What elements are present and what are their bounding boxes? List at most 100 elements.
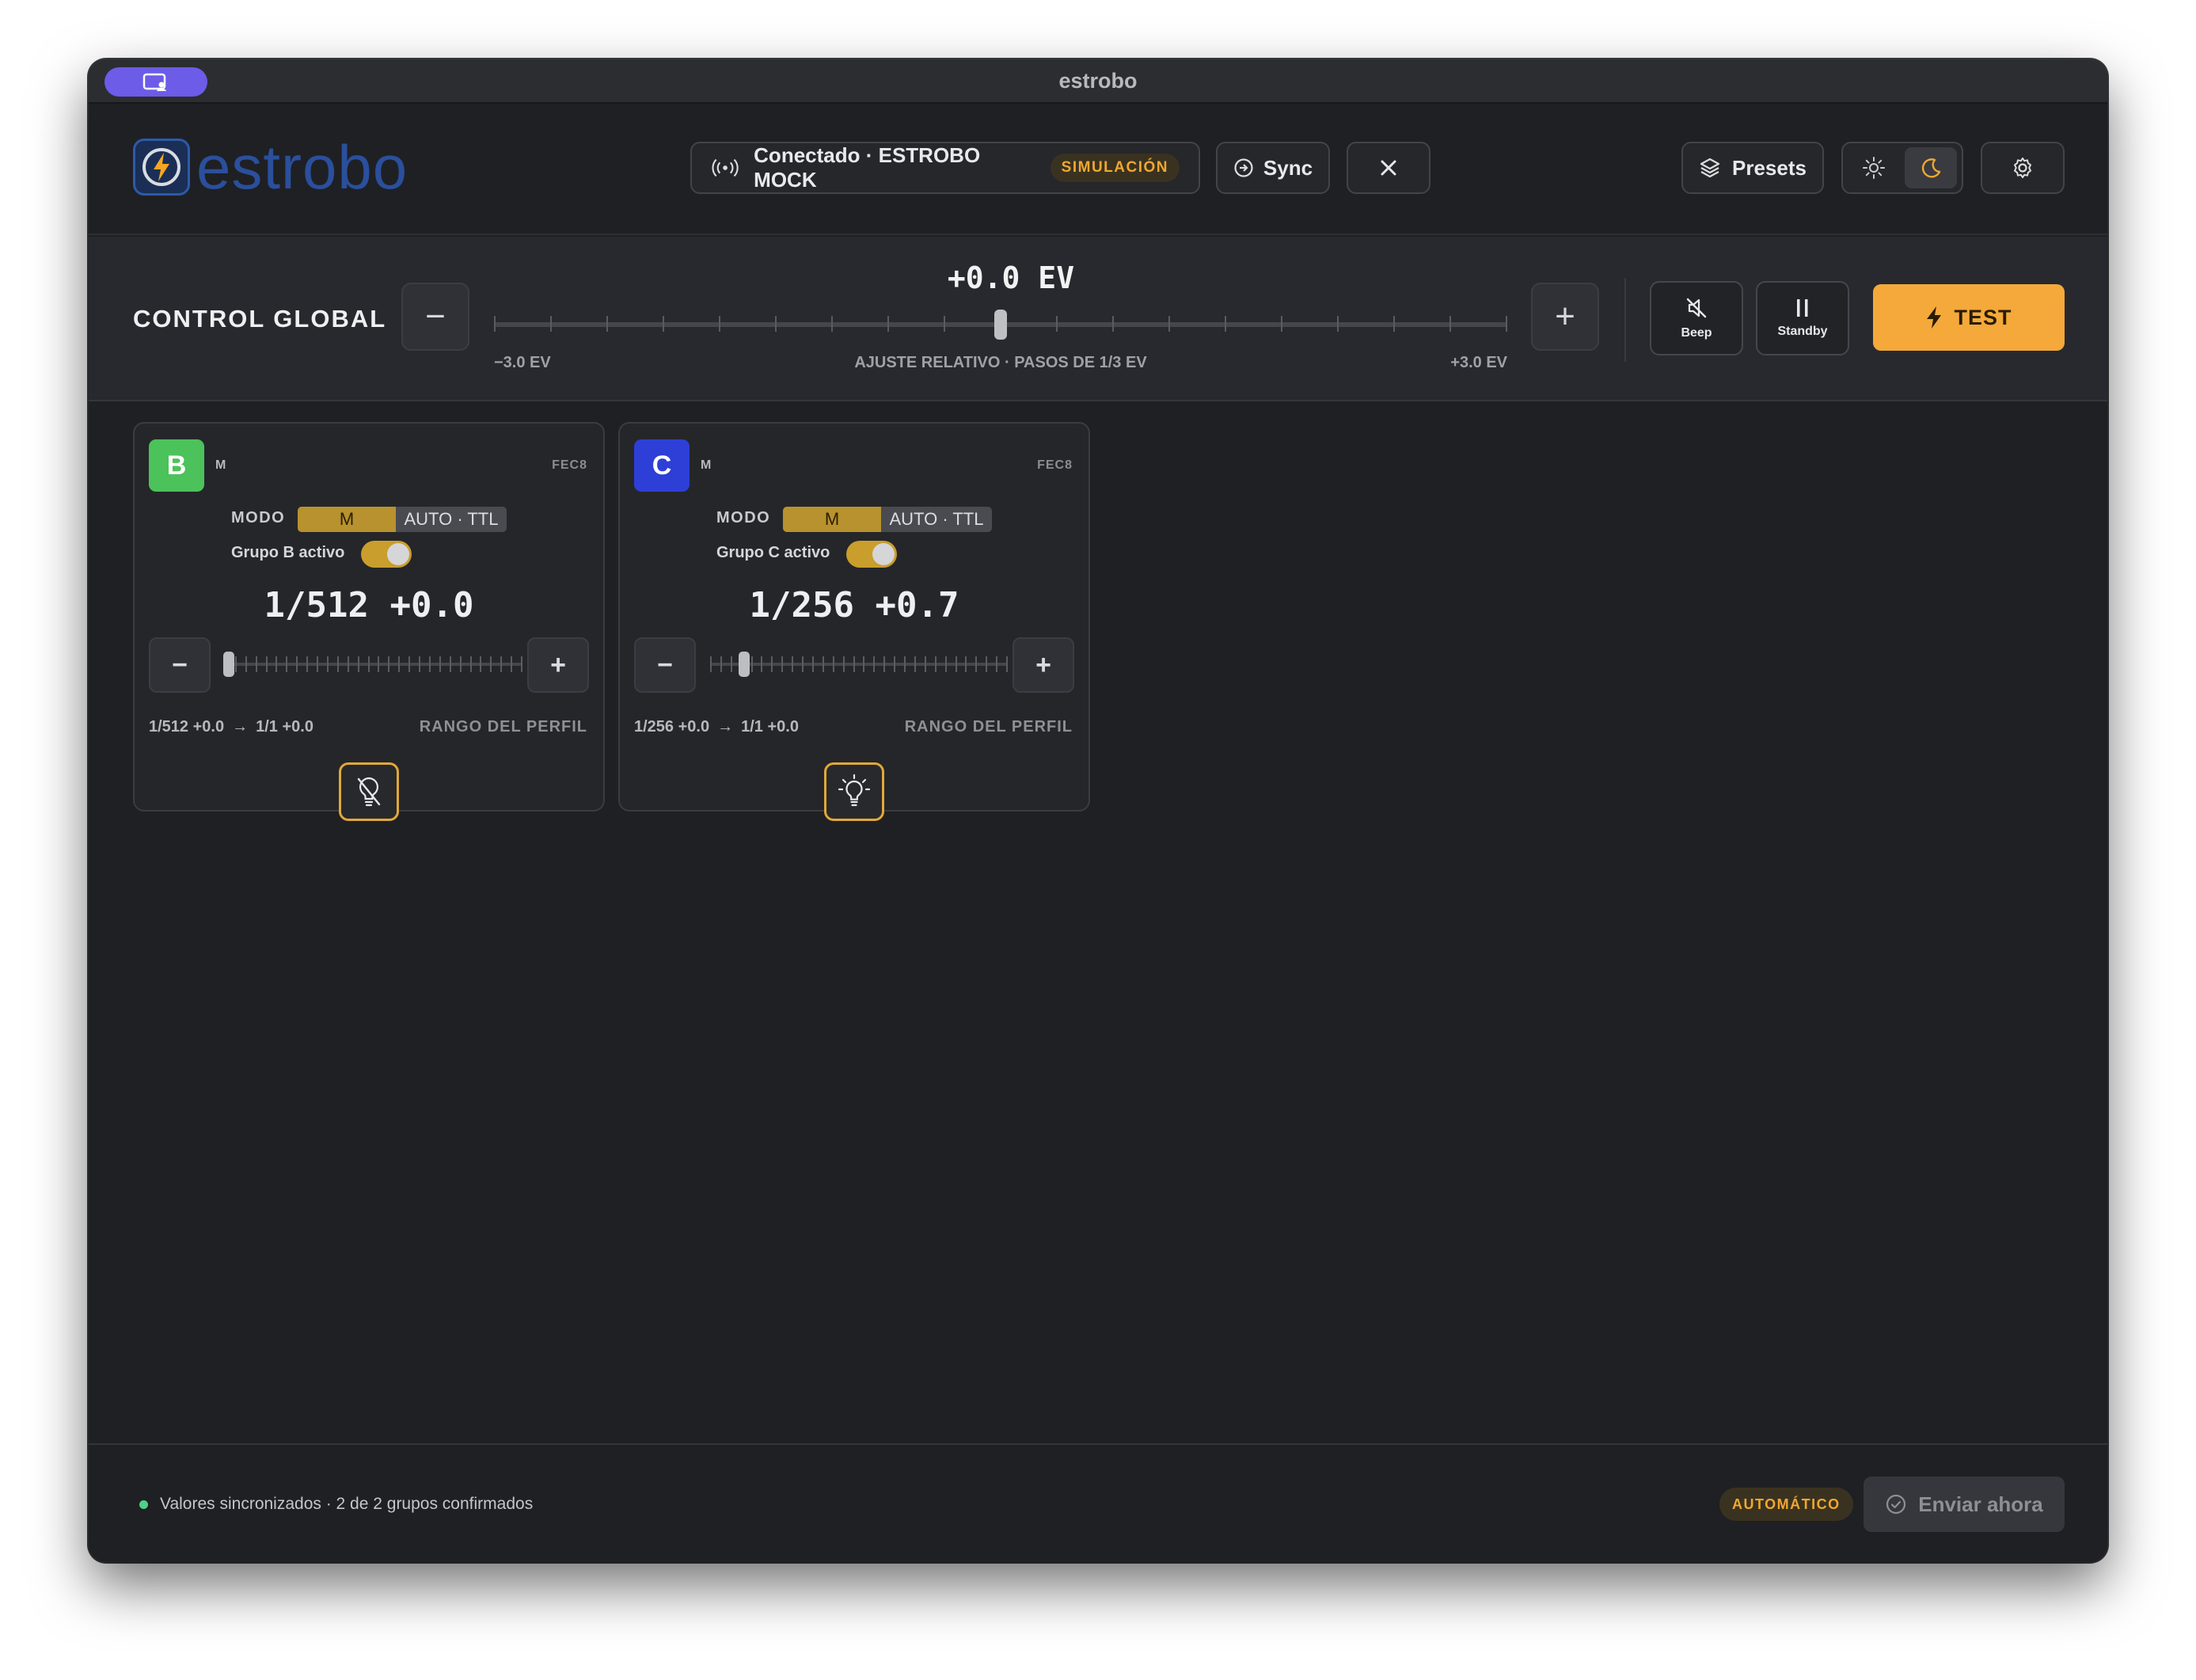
slider-tick xyxy=(1056,316,1058,332)
sync-status-text: Valores sincronizados · 2 de 2 grupos co… xyxy=(160,1495,534,1513)
slider-tick xyxy=(428,656,431,672)
group-increase-button[interactable]: + xyxy=(527,637,589,693)
modeling-lamp-button[interactable] xyxy=(824,762,884,821)
mode-option-auto-ttl[interactable]: AUTO · TTL xyxy=(881,507,992,532)
speaker-muted-icon xyxy=(1686,298,1707,318)
slider-tick xyxy=(511,656,513,672)
test-label: TEST xyxy=(1954,305,2012,329)
group-card-b: B M FEC8 MODO M AUTO · TTL Grupo B activ… xyxy=(133,422,605,821)
app-window: estrobo estrobo Conectado · ESTROBO MOCK… xyxy=(89,59,2107,1562)
slider-tick xyxy=(1337,316,1339,332)
range-to: 1/1 +0.0 xyxy=(256,718,313,735)
auto-mode-badge[interactable]: AUTOMÁTICO xyxy=(1719,1488,1853,1521)
connection-status-button[interactable]: Conectado · ESTROBO MOCK SIMULACIÓN xyxy=(690,142,1200,194)
group-active-toggle[interactable] xyxy=(361,541,412,568)
light-theme-button[interactable] xyxy=(1848,147,1900,188)
bulb-off-icon xyxy=(357,777,381,807)
mode-option-auto-ttl[interactable]: AUTO · TTL xyxy=(396,507,507,532)
slider-tick xyxy=(863,656,865,672)
slider-tick xyxy=(792,656,794,672)
mode-option-manual[interactable]: M xyxy=(783,507,881,532)
slider-tick xyxy=(1393,316,1395,332)
global-decrease-button[interactable]: − xyxy=(401,283,469,351)
beep-button[interactable]: Beep xyxy=(1650,281,1743,355)
global-control-bar: CONTROL GLOBAL − +0.0 EV −3.0 EV AJUSTE … xyxy=(89,237,2107,401)
group-active-toggle[interactable] xyxy=(846,541,897,568)
slider-tick xyxy=(255,656,257,672)
global-ev-slider-thumb[interactable] xyxy=(994,310,1007,340)
slider-tick xyxy=(1449,316,1451,332)
slider-tick xyxy=(459,656,462,672)
slider-tick xyxy=(853,656,855,672)
range-from: 1/512 +0.0 xyxy=(149,718,225,735)
disconnect-button[interactable] xyxy=(1347,142,1430,194)
slider-tick xyxy=(296,656,298,672)
slider-tick xyxy=(265,656,268,672)
group-power-slider[interactable] xyxy=(225,656,522,672)
test-flash-button[interactable]: TEST xyxy=(1873,284,2065,351)
window-title: estrobo xyxy=(1058,69,1138,93)
presets-button[interactable]: Presets xyxy=(1681,142,1824,194)
global-ev-value: +0.0 EV xyxy=(947,260,1075,295)
slider-tick xyxy=(811,656,814,672)
mode-segmented-control: M AUTO · TTL xyxy=(783,507,992,532)
group-power-value: 1/256 +0.7 xyxy=(749,585,959,625)
slider-tick xyxy=(802,656,804,672)
slider-tick xyxy=(934,656,937,672)
modeling-lamp-button[interactable] xyxy=(339,762,399,821)
mode-option-manual[interactable]: M xyxy=(298,507,396,532)
slider-tick xyxy=(781,656,784,672)
slider-tick xyxy=(831,316,833,332)
slider-tick xyxy=(245,656,247,672)
slider-tick xyxy=(1506,316,1507,332)
app-logo: estrobo xyxy=(133,136,408,198)
group-mode-short: M xyxy=(701,458,712,472)
slider-tick xyxy=(317,656,319,672)
slider-tick xyxy=(419,656,421,672)
slider-tick xyxy=(398,656,401,672)
slider-tick xyxy=(719,316,720,332)
theme-toggle xyxy=(1841,142,1963,194)
slider-tick xyxy=(378,656,380,672)
slider-tick xyxy=(873,656,876,672)
connection-label: Conectado · ESTROBO MOCK xyxy=(754,143,981,192)
global-control-title: CONTROL GLOBAL xyxy=(133,305,387,333)
slider-tick xyxy=(904,656,906,672)
slider-tick xyxy=(347,656,349,672)
slider-tick xyxy=(439,656,441,672)
slider-tick xyxy=(965,656,967,672)
slider-tick xyxy=(771,656,773,672)
settings-button[interactable] xyxy=(1981,142,2065,194)
slider-tick xyxy=(606,316,608,332)
slider-tick xyxy=(894,656,896,672)
group-decrease-button[interactable]: − xyxy=(149,637,211,693)
range-from: 1/256 +0.0 xyxy=(634,718,710,735)
mode-label: MODO xyxy=(231,509,286,526)
slider-tick xyxy=(1281,316,1282,332)
slider-tick xyxy=(887,316,889,332)
group-decrease-button[interactable]: − xyxy=(634,637,696,693)
group-power-slider[interactable] xyxy=(710,656,1008,672)
group-increase-button[interactable]: + xyxy=(1013,637,1074,693)
global-increase-button[interactable]: + xyxy=(1531,283,1599,351)
slider-tick xyxy=(822,656,824,672)
group-power-slider-thumb[interactable] xyxy=(223,652,234,677)
slider-tick xyxy=(449,656,451,672)
arrow-right-icon: → xyxy=(717,718,734,735)
group-code: FEC8 xyxy=(552,458,587,472)
standby-button[interactable]: Standby xyxy=(1756,281,1849,355)
sync-arrow-icon xyxy=(1234,158,1253,177)
bolt-logo-icon xyxy=(133,139,190,196)
slider-tick xyxy=(494,316,496,332)
simulation-badge: SIMULACIÓN xyxy=(1050,154,1180,182)
slider-tick xyxy=(761,656,763,672)
send-now-button[interactable]: Enviar ahora xyxy=(1864,1477,2065,1532)
sync-button[interactable]: Sync xyxy=(1216,142,1330,194)
range-profile-label: RANGO DEL PERFIL xyxy=(904,718,1073,735)
slider-tick xyxy=(975,656,978,672)
slider-tick xyxy=(996,656,998,672)
group-active-label: Grupo C activo xyxy=(716,544,830,561)
dark-theme-button[interactable] xyxy=(1905,147,1957,188)
global-center-label: AJUSTE RELATIVO · PASOS DE 1/3 EV xyxy=(854,354,1147,371)
group-power-slider-thumb[interactable] xyxy=(738,652,750,677)
